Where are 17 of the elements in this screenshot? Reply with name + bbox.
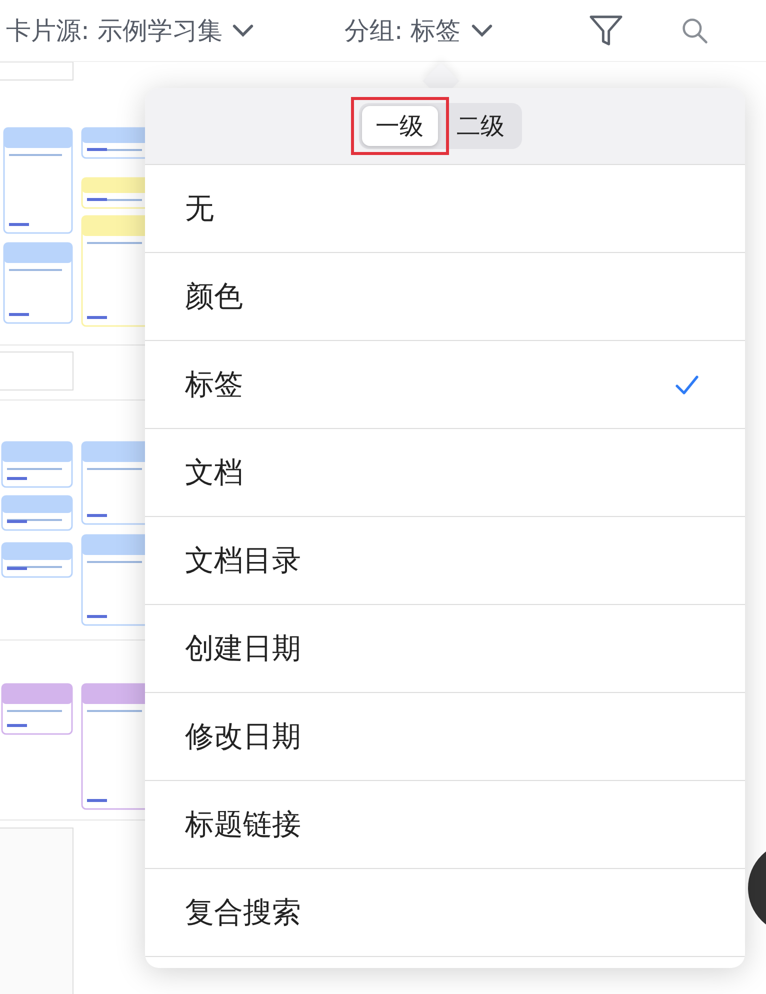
group-option[interactable]: 文档目录 [145, 517, 745, 605]
group-option[interactable]: 标签 [145, 341, 745, 429]
chevron-down-icon [470, 24, 493, 37]
group-option[interactable]: 创建日期 [145, 605, 745, 693]
level-tab[interactable]: 一级 [362, 106, 438, 146]
group-option[interactable]: 颜色 [145, 253, 745, 341]
group-option[interactable]: 复合搜索 [145, 869, 745, 957]
group-option[interactable]: 标题链接 [145, 781, 745, 869]
filter-icon[interactable] [588, 14, 623, 46]
group-dropdown[interactable]: 分组: 标签 [344, 14, 493, 47]
chevron-down-icon [232, 24, 254, 37]
group-option[interactable]: 文档 [145, 429, 745, 517]
card-source-dropdown[interactable]: 卡片源: 示例学习集 [6, 14, 254, 47]
search-icon[interactable] [680, 16, 709, 44]
group-option[interactable]: 无 [145, 165, 745, 253]
group-option[interactable]: 修改日期 [145, 693, 745, 781]
level-tab[interactable]: 二级 [442, 106, 518, 146]
